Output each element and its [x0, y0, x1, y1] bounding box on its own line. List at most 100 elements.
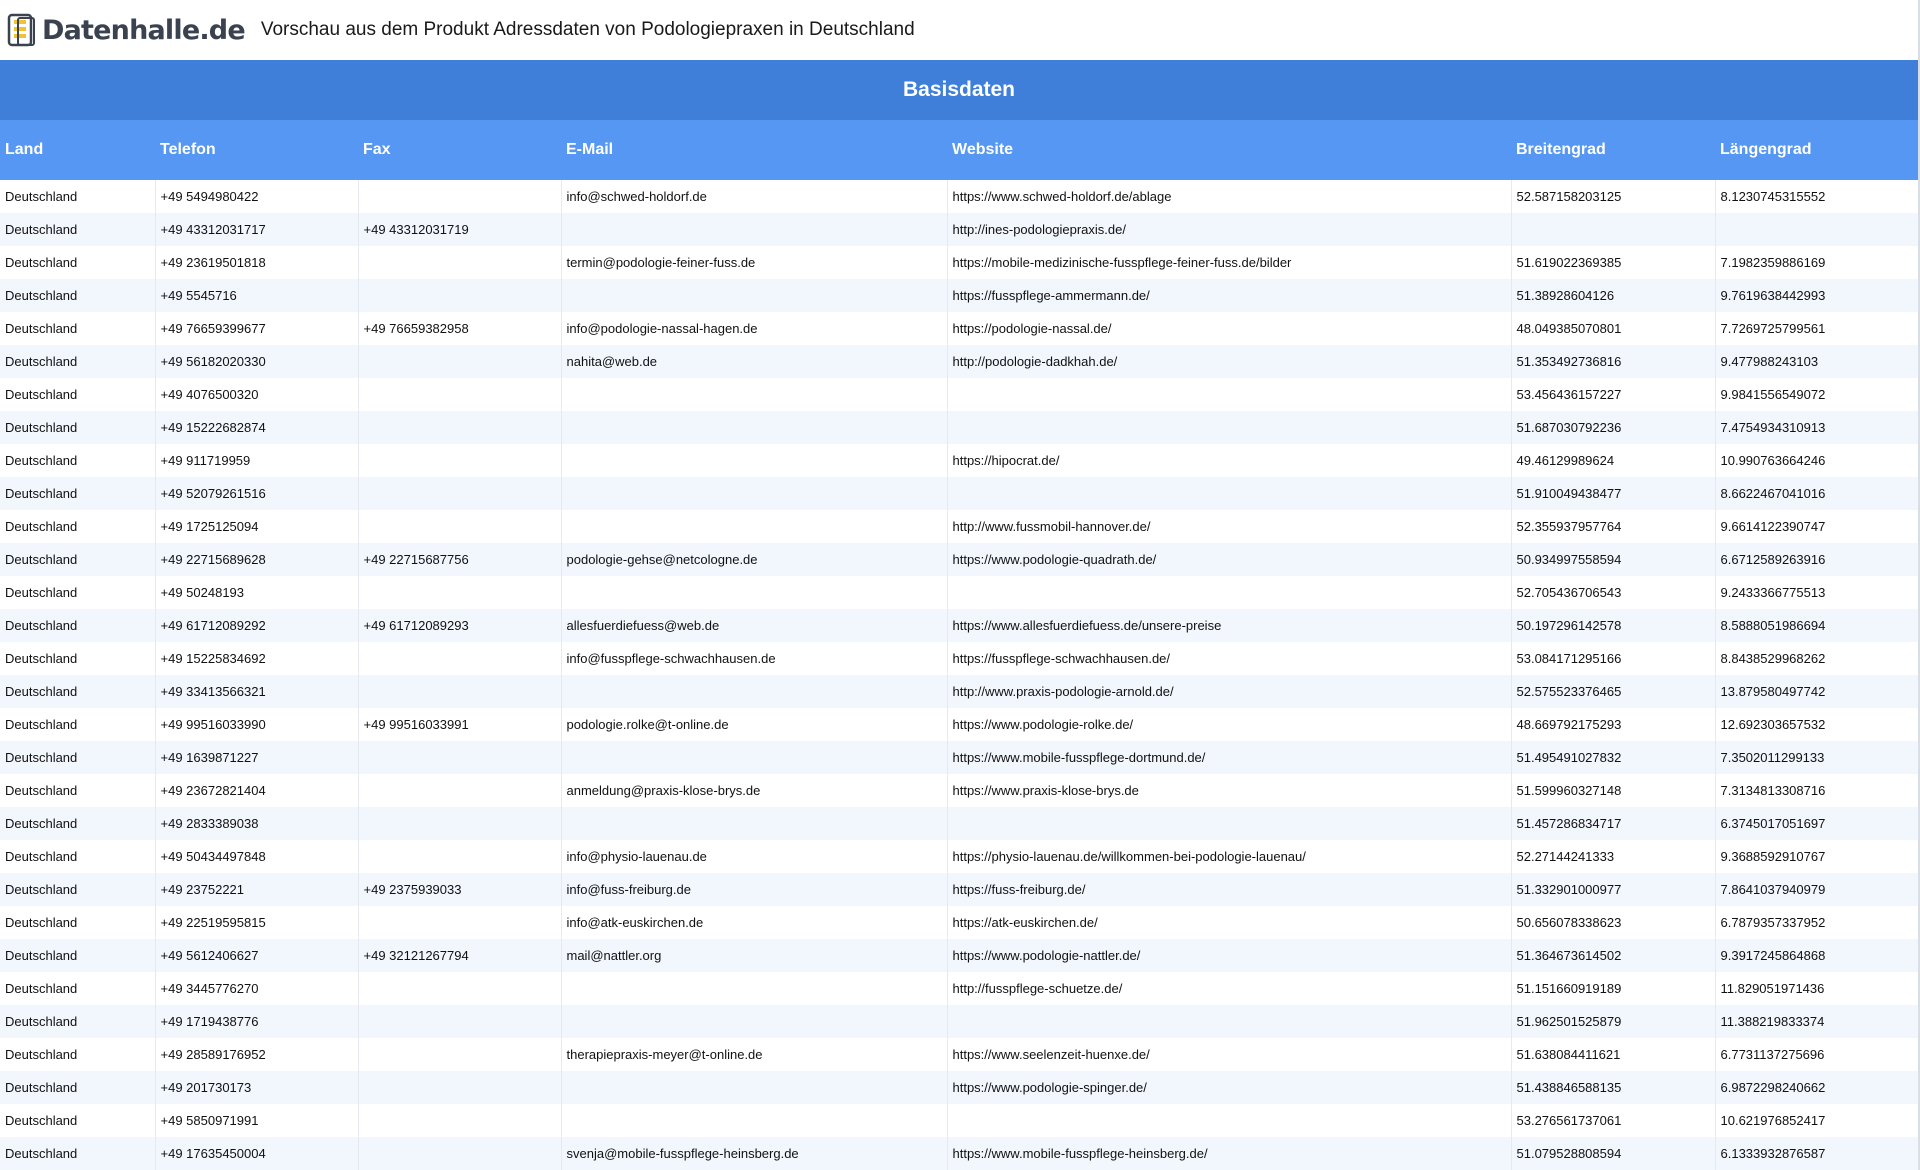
cell-fax [358, 1005, 562, 1038]
cell-breitengrad: 52.705436706543 [1511, 576, 1716, 609]
column-header-breitengrad: Breitengrad [1511, 120, 1715, 180]
cell-fax [358, 741, 562, 774]
cell-telefon: +49 23752221 [155, 873, 359, 906]
cell-laengengrad: 7.3502011299133 [1715, 741, 1918, 774]
cell-website: https://www.mobile-fusspflege-dortmund.d… [947, 741, 1512, 774]
cell-email: nahita@web.de [561, 345, 948, 378]
cell-telefon: +49 5494980422 [155, 180, 359, 213]
cell-email: info@schwed-holdorf.de [561, 180, 948, 213]
datenhalle-logo[interactable]: Datenhalle.de [6, 13, 246, 47]
cell-laengengrad: 9.6614122390747 [1715, 510, 1918, 543]
cell-website: https://www.praxis-klose-brys.de [947, 774, 1512, 807]
cell-fax [358, 1038, 562, 1071]
table-row: Deutschland +49 1725125094 http://www.fuss… [0, 510, 1918, 543]
cell-breitengrad: 51.457286834717 [1511, 807, 1716, 840]
cell-fax [358, 774, 562, 807]
cell-telefon: +49 17635450004 [155, 1137, 359, 1170]
cell-email [561, 1005, 948, 1038]
cell-breitengrad: 50.934997558594 [1511, 543, 1716, 576]
table-row: Deutschland +49 5494980422 info@schwed-hol… [0, 180, 1918, 213]
cell-land: Deutschland [0, 543, 156, 576]
cell-website [947, 411, 1512, 444]
cell-telefon: +49 5850971991 [155, 1104, 359, 1137]
table-row: Deutschland +49 201730173 https://www.podo… [0, 1071, 1918, 1104]
cell-email [561, 213, 948, 246]
cell-telefon: +49 911719959 [155, 444, 359, 477]
cell-website: https://www.podologie-quadrath.de/ [947, 543, 1512, 576]
cell-fax [358, 279, 562, 312]
cell-email: info@physio-lauenau.de [561, 840, 948, 873]
cell-email [561, 411, 948, 444]
table-row: Deutschland +49 23619501818 termin@podolog… [0, 246, 1918, 279]
cell-laengengrad: 11.829051971436 [1715, 972, 1918, 1005]
cell-telefon: +49 28589176952 [155, 1038, 359, 1071]
cell-laengengrad [1715, 213, 1918, 246]
cell-email [561, 576, 948, 609]
table-row: Deutschland +49 50434497848 info@physio-la… [0, 840, 1918, 873]
table-header-row: Land Telefon Fax E-Mail Website Breitengrad Lä… [0, 120, 1918, 180]
cell-telefon: +49 1639871227 [155, 741, 359, 774]
cell-breitengrad: 53.276561737061 [1511, 1104, 1716, 1137]
cell-website: https://fuss-freiburg.de/ [947, 873, 1512, 906]
table-row: Deutschland +49 61712089292 +49 6171208929… [0, 609, 1918, 642]
table-row: Deutschland +49 17635450004 svenja@mobile-… [0, 1137, 1918, 1170]
cell-email [561, 477, 948, 510]
cell-fax [358, 510, 562, 543]
cell-telefon: +49 2833389038 [155, 807, 359, 840]
cell-laengengrad: 9.477988243103 [1715, 345, 1918, 378]
cell-fax [358, 972, 562, 1005]
cell-breitengrad: 52.575523376465 [1511, 675, 1716, 708]
cell-website: http://podologie-dadkhah.de/ [947, 345, 1512, 378]
cell-website: https://atk-euskirchen.de/ [947, 906, 1512, 939]
table-row: Deutschland +49 1639871227 https://www.mob… [0, 741, 1918, 774]
cell-website: https://www.seelenzeit-huenxe.de/ [947, 1038, 1512, 1071]
cell-laengengrad: 9.7619638442993 [1715, 279, 1918, 312]
cell-email: info@fuss-freiburg.de [561, 873, 948, 906]
cell-fax: +49 2375939033 [358, 873, 562, 906]
cell-telefon: +49 23672821404 [155, 774, 359, 807]
cell-laengengrad: 6.9872298240662 [1715, 1071, 1918, 1104]
cell-laengengrad: 7.1982359886169 [1715, 246, 1918, 279]
cell-website [947, 1104, 1512, 1137]
cell-land: Deutschland [0, 1137, 156, 1170]
cell-email: termin@podologie-feiner-fuss.de [561, 246, 948, 279]
cell-website: https://www.mobile-fusspflege-heinsberg.… [947, 1137, 1512, 1170]
cell-laengengrad: 13.879580497742 [1715, 675, 1918, 708]
column-header-telefon: Telefon [155, 120, 358, 180]
table-row: Deutschland +49 33413566321 http://www.pra… [0, 675, 1918, 708]
cell-telefon: +49 50434497848 [155, 840, 359, 873]
cell-fax [358, 840, 562, 873]
cell-land: Deutschland [0, 873, 156, 906]
cell-breitengrad: 52.355937957764 [1511, 510, 1716, 543]
table-row: Deutschland +49 22519595815 info@atk-euski… [0, 906, 1918, 939]
cell-website: https://fusspflege-schwachhausen.de/ [947, 642, 1512, 675]
cell-email: podologie-gehse@netcologne.de [561, 543, 948, 576]
cell-email [561, 1071, 948, 1104]
cell-laengengrad: 8.6622467041016 [1715, 477, 1918, 510]
table-row: Deutschland +49 1719438776 51.962501525879… [0, 1005, 1918, 1038]
cell-website [947, 807, 1512, 840]
cell-email [561, 807, 948, 840]
cell-email: info@fusspflege-schwachhausen.de [561, 642, 948, 675]
cell-telefon: +49 15222682874 [155, 411, 359, 444]
cell-telefon: +49 4076500320 [155, 378, 359, 411]
cell-laengengrad: 6.3745017051697 [1715, 807, 1918, 840]
cell-email: info@atk-euskirchen.de [561, 906, 948, 939]
cell-telefon: +49 76659399677 [155, 312, 359, 345]
cell-website: http://www.praxis-podologie-arnold.de/ [947, 675, 1512, 708]
cell-breitengrad: 50.656078338623 [1511, 906, 1716, 939]
table-row: Deutschland +49 5850971991 53.276561737061… [0, 1104, 1918, 1137]
cell-land: Deutschland [0, 708, 156, 741]
cell-telefon: +49 43312031717 [155, 213, 359, 246]
cell-website: https://physio-lauenau.de/willkommen-bei… [947, 840, 1512, 873]
table-row: Deutschland +49 2833389038 51.457286834717… [0, 807, 1918, 840]
cell-breitengrad: 53.456436157227 [1511, 378, 1716, 411]
cell-email [561, 279, 948, 312]
cell-telefon: +49 1725125094 [155, 510, 359, 543]
table-row: Deutschland +49 911719959 https://hipocrat… [0, 444, 1918, 477]
cell-laengengrad: 11.388219833374 [1715, 1005, 1918, 1038]
cell-telefon: +49 201730173 [155, 1071, 359, 1104]
cell-land: Deutschland [0, 411, 156, 444]
cell-email: mail@nattler.org [561, 939, 948, 972]
cell-fax [358, 1137, 562, 1170]
